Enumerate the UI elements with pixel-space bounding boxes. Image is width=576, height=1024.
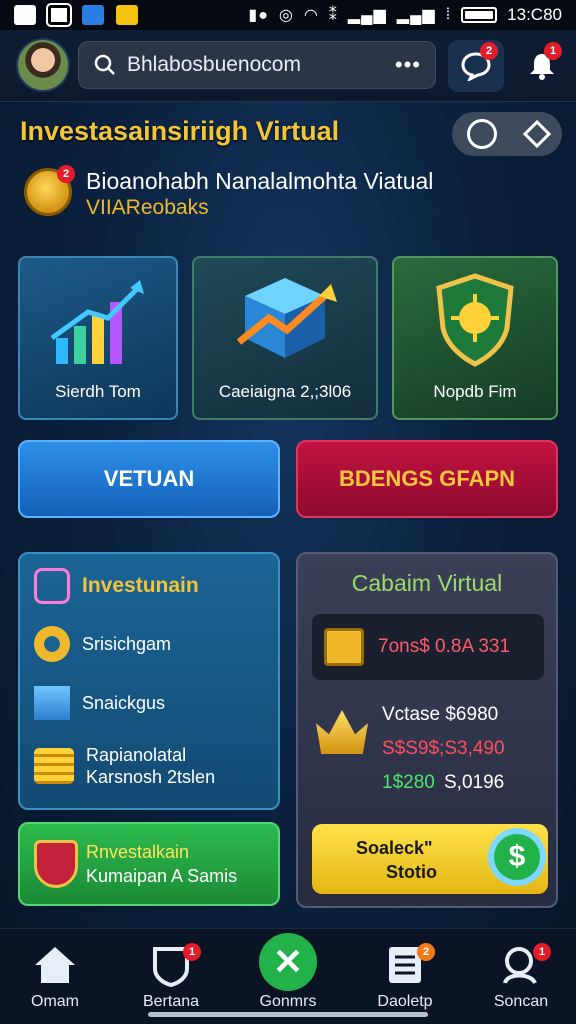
home-indicator[interactable] <box>148 1012 428 1017</box>
select-studio-button[interactable]: Soaleck" Stotio $ <box>312 824 548 894</box>
box-value: 7ons$ 0.8A 331 <box>378 636 511 657</box>
page-title: Investasainsiriigh Virtual <box>20 116 340 146</box>
subtitle-line1: Bioanohabh Nanalalmohta Viatual <box>86 168 434 194</box>
secondary-button[interactable]: BDENGS GFAPN <box>296 440 558 518</box>
diamond-icon[interactable] <box>522 119 552 149</box>
bottom-navigation: Omam 1 Bertana ✕ Gonmrs 2 Daoletp 1 Sonc… <box>0 928 576 1024</box>
photo-notification-icon <box>46 3 72 27</box>
green-button-line1: Rnvestalkain <box>86 842 190 862</box>
nav-item-search[interactable]: 1 Soncan <box>466 937 576 1011</box>
feature-card-label: Caeiaigna 2,;3l06 <box>218 382 352 401</box>
list-item[interactable]: Snaickgus <box>34 686 165 720</box>
nav-label: Daoletp <box>377 993 433 1010</box>
chat-badge: 2 <box>480 42 498 60</box>
shield-icon <box>34 840 78 888</box>
yellow-button-line1: Soaleck" <box>356 838 433 858</box>
coin-badge: 2 <box>57 165 75 183</box>
feature-card-shield[interactable]: Nopdb Fim <box>392 256 558 420</box>
subtitle-line2: VIIAReobaks <box>86 196 209 219</box>
gear-icon <box>34 626 70 662</box>
nav-item-home[interactable]: Omam <box>0 937 110 1011</box>
notifications-button[interactable]: 1 <box>514 40 570 92</box>
coins-stack-icon <box>34 748 74 784</box>
list-item-label: Srisichgam <box>82 633 172 654</box>
nav-badge: 1 <box>533 943 551 961</box>
investment-panel: Investunain Srisichgam Snaickgus Rapiano… <box>18 552 280 810</box>
avatar[interactable] <box>16 38 70 92</box>
coin-icon: 2 <box>24 165 75 216</box>
signal-2-icon: ▂▄▆ <box>396 7 436 24</box>
search-input[interactable]: Bhlabosbuenocom <box>127 53 385 77</box>
server-icon <box>34 686 70 720</box>
list-item-label: Snaickgus <box>82 692 166 713</box>
edit-notification-icon <box>116 5 138 25</box>
invest-green-button[interactable]: Rnvestalkain Kumaipan A Samis <box>18 822 280 906</box>
calendar-notification-icon <box>82 5 104 25</box>
bell-badge: 1 <box>544 42 562 60</box>
nav-label: Bertana <box>142 993 200 1010</box>
yellow-button-line2: Stotio <box>386 862 437 882</box>
nav-item-document[interactable]: 2 Daoletp <box>350 937 460 1011</box>
nav-item-news[interactable]: 1 Bertana <box>116 937 226 1011</box>
nav-label: Gonmrs <box>259 993 317 1010</box>
nav-badge: 2 <box>417 943 435 961</box>
search-icon <box>94 54 115 75</box>
stat-line-white: S,0196 <box>444 772 505 793</box>
bar-chart-icon <box>50 280 144 364</box>
status-bar: ▮● ◎ ◠ ⁑ ▂▄▆ ▂▄▆ ⁞ 13:C80 <box>0 0 576 30</box>
toggle-pill[interactable] <box>452 112 562 156</box>
app-notification-icon <box>14 5 36 25</box>
cube-chart-icon <box>236 278 337 358</box>
sun-shield-icon <box>436 273 514 367</box>
checkbox-icon <box>324 628 364 666</box>
more-options-icon[interactable]: ••• <box>395 52 421 78</box>
feature-card-campaign[interactable]: Caeiaigna 2,;3l06 <box>192 256 378 420</box>
data-icon: ⁑ <box>328 7 338 24</box>
home-icon <box>35 947 75 983</box>
stat-line-green: 1$280 <box>382 772 435 793</box>
green-button-line2: Kumaipan A Samis <box>86 866 238 886</box>
value-box: 7ons$ 0.8A 331 <box>312 614 544 680</box>
feature-card-label: Sierdh Tom <box>55 382 141 401</box>
list-item[interactable]: Srisichgam <box>34 626 171 662</box>
chat-button[interactable]: 2 <box>448 40 504 92</box>
nav-badge: 1 <box>183 943 201 961</box>
primary-button[interactable]: VETUAN <box>18 440 280 518</box>
vibrate-icon: ▮● <box>248 7 269 24</box>
signal-icon: ▂▄▆ <box>347 7 387 24</box>
nav-label: Soncan <box>493 993 549 1010</box>
list-item-label: Rapianolatal <box>86 745 187 765</box>
feature-card-growth[interactable]: Sierdh Tom <box>18 256 178 420</box>
status-time: 13:C80 <box>507 5 562 24</box>
panel-title: Investunain <box>82 574 199 597</box>
link-icon <box>34 568 70 604</box>
virtual-panel: Cabaim Virtual 7ons$ 0.8A 331 Vctase $69… <box>296 552 558 908</box>
search-bar[interactable]: Bhlabosbuenocom ••• <box>78 41 436 89</box>
wifi-icon: ◠ <box>303 7 319 24</box>
panel-header: Investunain <box>34 568 199 604</box>
stat-line: Vctase $6980 <box>382 704 499 725</box>
battery-icon <box>461 7 498 23</box>
dollar-badge-icon: $ <box>488 828 546 886</box>
close-circle-icon: ✕ <box>259 933 317 991</box>
list-item-sublabel: Karsnosh 2tslen <box>86 767 216 787</box>
crown-icon <box>316 710 368 754</box>
stat-line: S$S9$;S3,490 <box>382 738 505 759</box>
nav-item-games[interactable]: ✕ Gonmrs <box>233 933 343 1011</box>
nav-label: Omam <box>31 993 79 1010</box>
nfc-icon: ⁞ <box>445 6 452 23</box>
alarm-icon: ◎ <box>278 7 294 24</box>
panel-title: Cabaim Virtual <box>351 570 503 596</box>
feature-card-label: Nopdb Fim <box>433 382 517 401</box>
settings-icon[interactable] <box>467 119 497 149</box>
list-item[interactable]: Rapianolatal Karsnosh 2tslen <box>34 744 215 788</box>
